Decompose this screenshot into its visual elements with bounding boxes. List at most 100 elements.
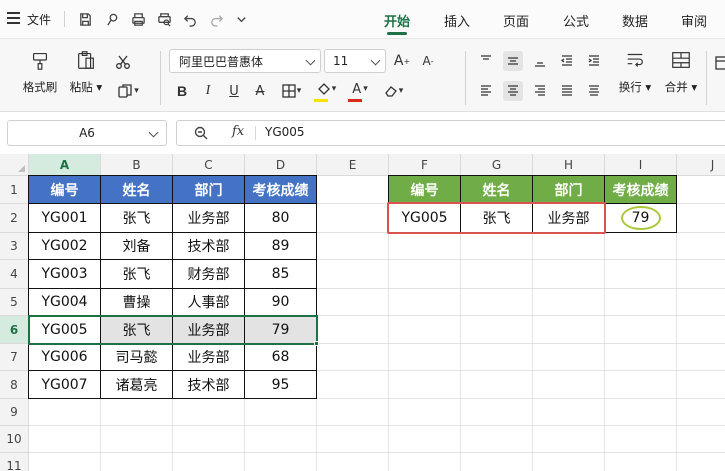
fx-icon[interactable]: fx <box>232 124 244 139</box>
table-cell[interactable]: 技术部 <box>173 233 244 259</box>
save-icon[interactable] <box>76 10 94 28</box>
table-cell[interactable]: YG007 <box>29 371 100 398</box>
select-all-corner[interactable] <box>0 154 29 176</box>
column-header-c[interactable]: C <box>173 154 245 176</box>
tab-formula[interactable]: 公式 <box>561 10 591 30</box>
align-bottom-icon[interactable] <box>530 51 550 71</box>
table-cell[interactable]: YG002 <box>29 233 100 259</box>
italic-icon[interactable]: I <box>198 81 218 101</box>
column-header-g[interactable]: G <box>461 154 533 176</box>
table-cell[interactable]: YG004 <box>29 289 100 315</box>
chevron-down-icon[interactable] <box>232 10 250 28</box>
table-cell[interactable]: 技术部 <box>173 371 244 398</box>
row-header-6[interactable]: 6 <box>0 316 29 344</box>
table-cell[interactable]: YG003 <box>29 260 100 288</box>
print-icon[interactable] <box>129 10 147 28</box>
format-painter-button[interactable]: 格式刷 <box>18 39 62 95</box>
formula-input[interactable]: fx YG005 <box>176 120 725 146</box>
name-box[interactable]: A6 <box>7 120 167 146</box>
column-header-j[interactable]: J <box>677 154 725 176</box>
cut-icon[interactable] <box>113 52 133 72</box>
row-header-10[interactable]: 10 <box>0 426 29 453</box>
font-size-select[interactable]: 11 <box>324 49 386 73</box>
wrap-text-button[interactable]: 换行 ▾ <box>614 39 656 95</box>
copy-icon[interactable]: ▾ <box>113 81 143 101</box>
row-header-5[interactable]: 5 <box>0 289 29 316</box>
lookup-cell[interactable]: 业务部 <box>533 204 604 232</box>
undo-icon[interactable] <box>181 10 199 28</box>
row-header-2[interactable]: 2 <box>0 204 29 233</box>
tab-review[interactable]: 审阅 <box>679 10 709 30</box>
table-cell[interactable]: 曹操 <box>101 289 172 315</box>
row-header-11[interactable]: 11 <box>0 453 29 471</box>
table-cell[interactable]: 刘备 <box>101 233 172 259</box>
column-header-e[interactable]: E <box>317 154 389 176</box>
print-preview-icon[interactable] <box>155 10 173 28</box>
table-cell[interactable]: 业务部 <box>173 204 244 232</box>
lookup-header-cell[interactable]: 编号 <box>389 176 460 203</box>
table-cell[interactable]: 财务部 <box>173 260 244 288</box>
table-cell[interactable]: 79 <box>245 316 316 343</box>
row-header-8[interactable]: 8 <box>0 371 29 399</box>
header-cell[interactable]: 部门 <box>173 176 244 203</box>
column-header-h[interactable]: H <box>533 154 605 176</box>
table-cell[interactable]: 85 <box>245 260 316 288</box>
tab-data[interactable]: 数据 <box>620 10 650 30</box>
spreadsheet-grid[interactable]: ABCDEFGHIJ 1 2 3 4 5 6 7 8 9 10 11 编号 姓名 部门 考核成绩 YG001… <box>0 154 725 471</box>
align-right-icon[interactable] <box>530 81 550 101</box>
table-cell[interactable]: 95 <box>245 371 316 398</box>
table-cell[interactable]: 张飞 <box>101 204 172 232</box>
lookup-header-cell[interactable]: 考核成绩 <box>605 176 676 203</box>
menu-icon[interactable] <box>6 12 20 24</box>
increase-font-icon[interactable]: A + <box>392 51 412 71</box>
fill-color-icon[interactable]: ▾ <box>311 79 341 99</box>
distribute-icon[interactable] <box>584 81 604 101</box>
tab-insert[interactable]: 插入 <box>442 10 472 30</box>
clear-format-icon[interactable]: ▾ <box>378 81 408 101</box>
row-header-4[interactable]: 4 <box>0 260 29 289</box>
more-icon[interactable] <box>712 53 725 73</box>
brush-icon[interactable] <box>103 10 121 28</box>
header-cell[interactable]: 姓名 <box>101 176 172 203</box>
strikethrough-icon[interactable]: A <box>250 81 270 101</box>
table-cell[interactable]: 89 <box>245 233 316 259</box>
row-header-7[interactable]: 7 <box>0 344 29 371</box>
bold-icon[interactable]: B <box>172 81 192 101</box>
table-cell[interactable]: 张飞 <box>101 260 172 288</box>
file-menu[interactable]: 文件 <box>27 10 51 28</box>
underline-icon[interactable]: U <box>224 81 244 101</box>
lookup-cell[interactable]: 张飞 <box>461 204 532 232</box>
row-header-1[interactable]: 1 <box>0 176 29 204</box>
formula-value[interactable]: YG005 <box>265 125 305 139</box>
lookup-cell[interactable]: YG005 <box>389 204 460 232</box>
justify-icon[interactable] <box>557 81 577 101</box>
tab-page[interactable]: 页面 <box>501 10 531 30</box>
table-cell[interactable]: YG006 <box>29 344 100 370</box>
header-cell[interactable]: 编号 <box>29 176 100 203</box>
column-header-i[interactable]: I <box>605 154 677 176</box>
increase-indent-icon[interactable] <box>584 51 604 71</box>
table-cell[interactable]: 人事部 <box>173 289 244 315</box>
table-cell[interactable]: 业务部 <box>173 316 244 343</box>
column-header-f[interactable]: F <box>389 154 461 176</box>
table-cell[interactable]: YG001 <box>29 204 100 232</box>
lookup-header-cell[interactable]: 姓名 <box>461 176 532 203</box>
decrease-font-icon[interactable]: A- <box>418 51 438 71</box>
align-left-icon[interactable] <box>476 81 496 101</box>
column-header-b[interactable]: B <box>101 154 173 176</box>
table-cell[interactable]: 68 <box>245 344 316 370</box>
border-icon[interactable]: ▾ <box>276 81 306 101</box>
column-header-a[interactable]: A <box>29 154 101 176</box>
table-cell[interactable]: 90 <box>245 289 316 315</box>
font-name-select[interactable]: 阿里巴巴普惠体 <box>169 49 321 73</box>
merge-cells-button[interactable]: 合并 ▾ <box>660 39 702 95</box>
table-cell[interactable]: 诸葛亮 <box>101 371 172 398</box>
row-header-3[interactable]: 3 <box>0 233 29 260</box>
header-cell[interactable]: 考核成绩 <box>245 176 316 203</box>
column-header-d[interactable]: D <box>245 154 317 176</box>
font-color-icon[interactable]: A ▾ <box>345 79 375 99</box>
lookup-header-cell[interactable]: 部门 <box>533 176 604 203</box>
table-cell[interactable]: 司马懿 <box>101 344 172 370</box>
align-top-icon[interactable] <box>476 51 496 71</box>
fill-handle[interactable] <box>314 341 319 346</box>
